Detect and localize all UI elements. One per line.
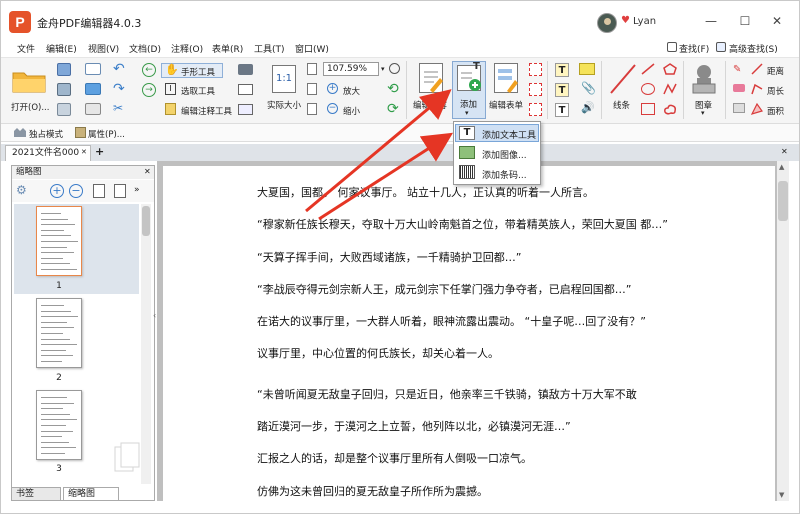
app-window: P 金舟PDF编辑器4.0.3 ♥ Lyan — ☐ ✕ 文件 编辑(E) 视图… xyxy=(0,0,800,514)
arrow-to-add-text-tool xyxy=(318,132,454,221)
red-arrows-overlay xyxy=(305,89,454,221)
